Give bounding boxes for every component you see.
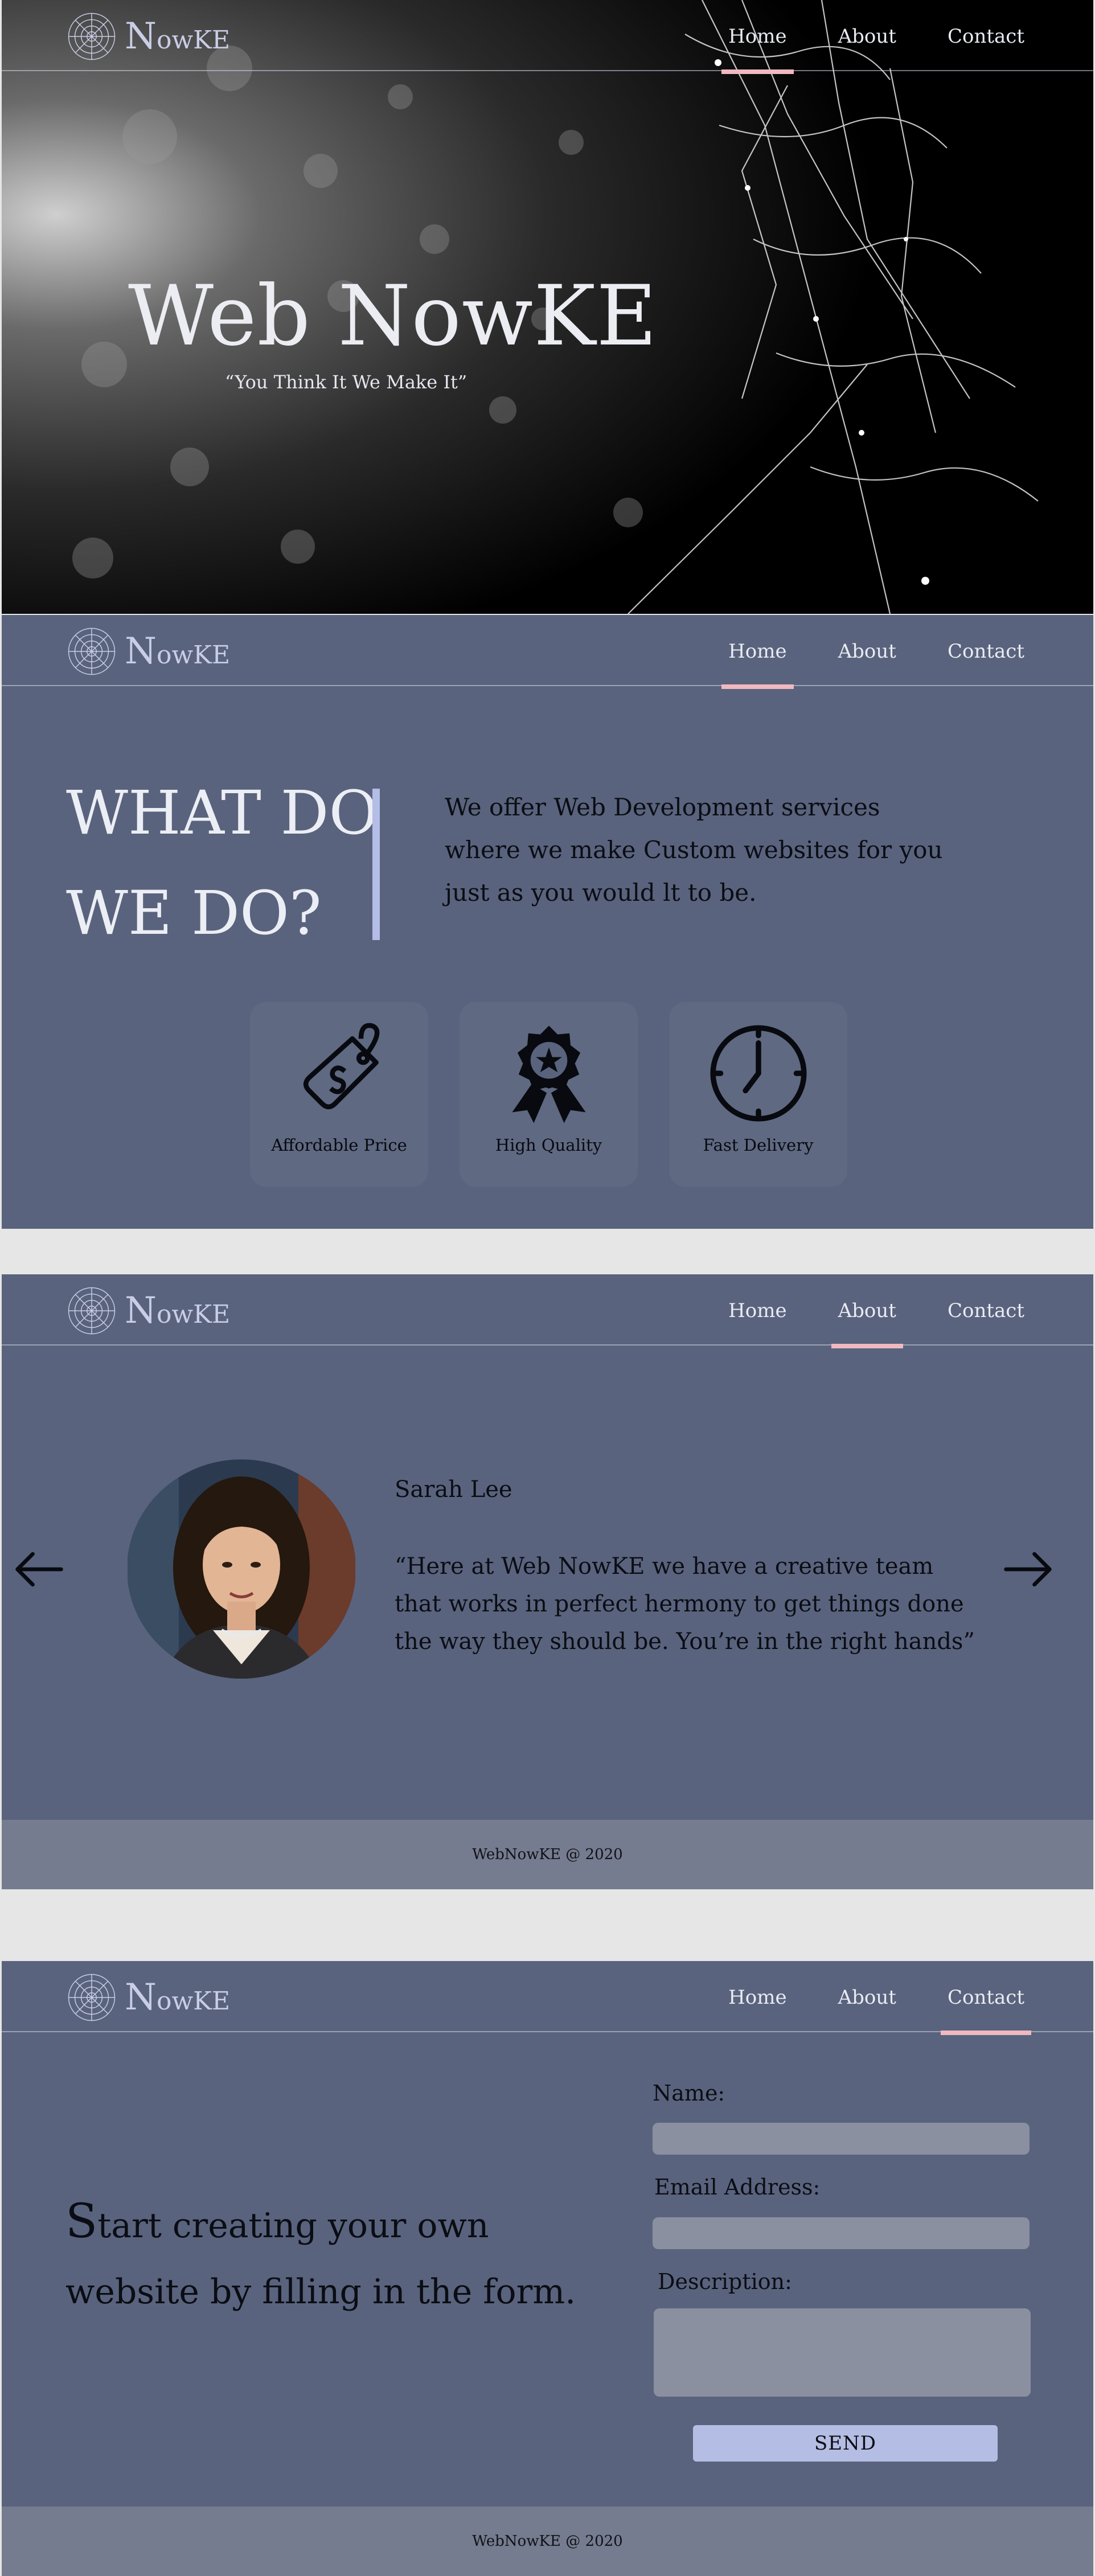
nav-home-link[interactable]: Home xyxy=(721,640,794,689)
testimonial-quote: “Here at Web NowKE we have a creative te… xyxy=(395,1553,975,1655)
contact-heading: Start creating your own website by filli… xyxy=(65,2189,576,2325)
nav-links: Home About Contact xyxy=(680,1986,1032,2035)
nav-home-link[interactable]: Home xyxy=(721,25,794,74)
hero-title: Web NowKE xyxy=(128,268,658,364)
services-description: We offer Web Development services where … xyxy=(445,793,943,906)
nav-home-link[interactable]: Home xyxy=(725,1299,790,1322)
services-section: NowKE Home About Contact WHAT DO WE DO? … xyxy=(2,615,1093,1229)
price-tag-icon xyxy=(303,1023,379,1110)
feature-card-price: Affordable Price xyxy=(250,1002,428,1187)
footer: WebNowKE @ 2020 xyxy=(2,2507,1093,2576)
feature-card-label: Fast Delivery xyxy=(703,1135,814,1155)
nav-about-link[interactable]: About xyxy=(835,25,900,48)
nav-links: Home About Contact xyxy=(680,640,1028,689)
feature-card-quality: High Quality xyxy=(460,1002,638,1187)
testimonial-avatar xyxy=(127,1459,356,1679)
arrow-left-icon[interactable] xyxy=(12,1542,67,1597)
spider-web-logo-icon xyxy=(68,627,116,675)
logo[interactable]: NowKE xyxy=(65,1974,230,2021)
logo-initial: N xyxy=(125,630,157,672)
logo-rest: owKE xyxy=(157,1987,231,2016)
nav-about-link[interactable]: About xyxy=(835,1986,900,2009)
arrow-right-icon[interactable] xyxy=(1000,1542,1055,1597)
logo[interactable]: NowKE xyxy=(65,627,230,675)
contact-heading-rest: tart creating your own xyxy=(97,2206,489,2246)
nav-links: Home About Contact xyxy=(680,1299,1028,1348)
logo-rest: owKE xyxy=(157,1300,231,1329)
spider-web-logo-icon xyxy=(68,1287,116,1335)
name-label: Name: xyxy=(653,2081,725,2106)
hero-navbar: NowKE Home About Contact xyxy=(2,0,1093,74)
nav-contact-link[interactable]: Contact xyxy=(944,640,1028,663)
services-heading-line2: WE DO? xyxy=(66,878,322,948)
nav-about-link[interactable]: About xyxy=(831,1299,904,1348)
feature-cards: Affordable Price High Quality Fast Deliv… xyxy=(250,1002,879,1187)
heading-divider xyxy=(372,789,380,940)
services-navbar: NowKE Home About Contact xyxy=(2,615,1093,689)
testimonial-navbar: NowKE Home About Contact xyxy=(2,1274,1093,1348)
testimonial-name: Sarah Lee xyxy=(395,1476,512,1503)
services-heading: WHAT DO WE DO? xyxy=(66,763,378,963)
email-field[interactable] xyxy=(653,2217,1030,2249)
nav-contact-link[interactable]: Contact xyxy=(944,25,1028,48)
contact-section: NowKE Home About Contact Start creating … xyxy=(2,1961,1093,2576)
description-label: Description: xyxy=(658,2269,792,2294)
logo[interactable]: NowKE xyxy=(65,13,230,60)
footer: WebNowKE @ 2020 xyxy=(2,1820,1093,1889)
footer-text: WebNowKE @ 2020 xyxy=(472,1846,623,1863)
contact-navbar: NowKE Home About Contact xyxy=(2,1961,1093,2035)
award-ribbon-icon xyxy=(511,1026,586,1123)
logo-initial: N xyxy=(125,1976,157,2019)
description-field[interactable] xyxy=(654,2308,1031,2397)
nav-links: Home About Contact xyxy=(680,25,1028,74)
spider-web-logo-icon xyxy=(68,13,116,60)
nav-about-link[interactable]: About xyxy=(835,640,900,663)
nav-contact-link[interactable]: Contact xyxy=(944,1299,1028,1322)
logo-initial: N xyxy=(125,1290,157,1332)
feature-card-label: Affordable Price xyxy=(271,1135,407,1155)
nav-home-link[interactable]: Home xyxy=(725,1986,790,2009)
spider-web-logo-icon xyxy=(68,1974,116,2021)
nav-contact-link[interactable]: Contact xyxy=(940,1986,1032,2035)
logo[interactable]: NowKE xyxy=(65,1287,230,1335)
hero-section: NowKE Home About Contact Web NowKE “You … xyxy=(2,0,1093,614)
person-photo xyxy=(128,1459,355,1679)
clock-icon xyxy=(710,1025,807,1122)
name-field[interactable] xyxy=(653,2123,1030,2155)
logo-initial: N xyxy=(125,15,157,58)
feature-card-label: High Quality xyxy=(495,1135,602,1155)
contact-heading-cap: S xyxy=(65,2194,98,2249)
contact-heading-line2: website by filling in the form. xyxy=(65,2272,576,2312)
services-heading-line1: WHAT DO xyxy=(66,778,379,848)
logo-rest: owKE xyxy=(157,641,231,670)
email-label: Email Address: xyxy=(654,2175,821,2200)
feature-card-delivery: Fast Delivery xyxy=(669,1002,847,1187)
testimonial-section: NowKE Home About Contact Sarah Lee “Here… xyxy=(2,1274,1093,1889)
hero-tagline: “You Think It We Make It” xyxy=(225,371,467,393)
send-button[interactable]: SEND xyxy=(693,2425,998,2462)
footer-text: WebNowKE @ 2020 xyxy=(472,2533,623,2550)
logo-rest: owKE xyxy=(157,26,231,55)
